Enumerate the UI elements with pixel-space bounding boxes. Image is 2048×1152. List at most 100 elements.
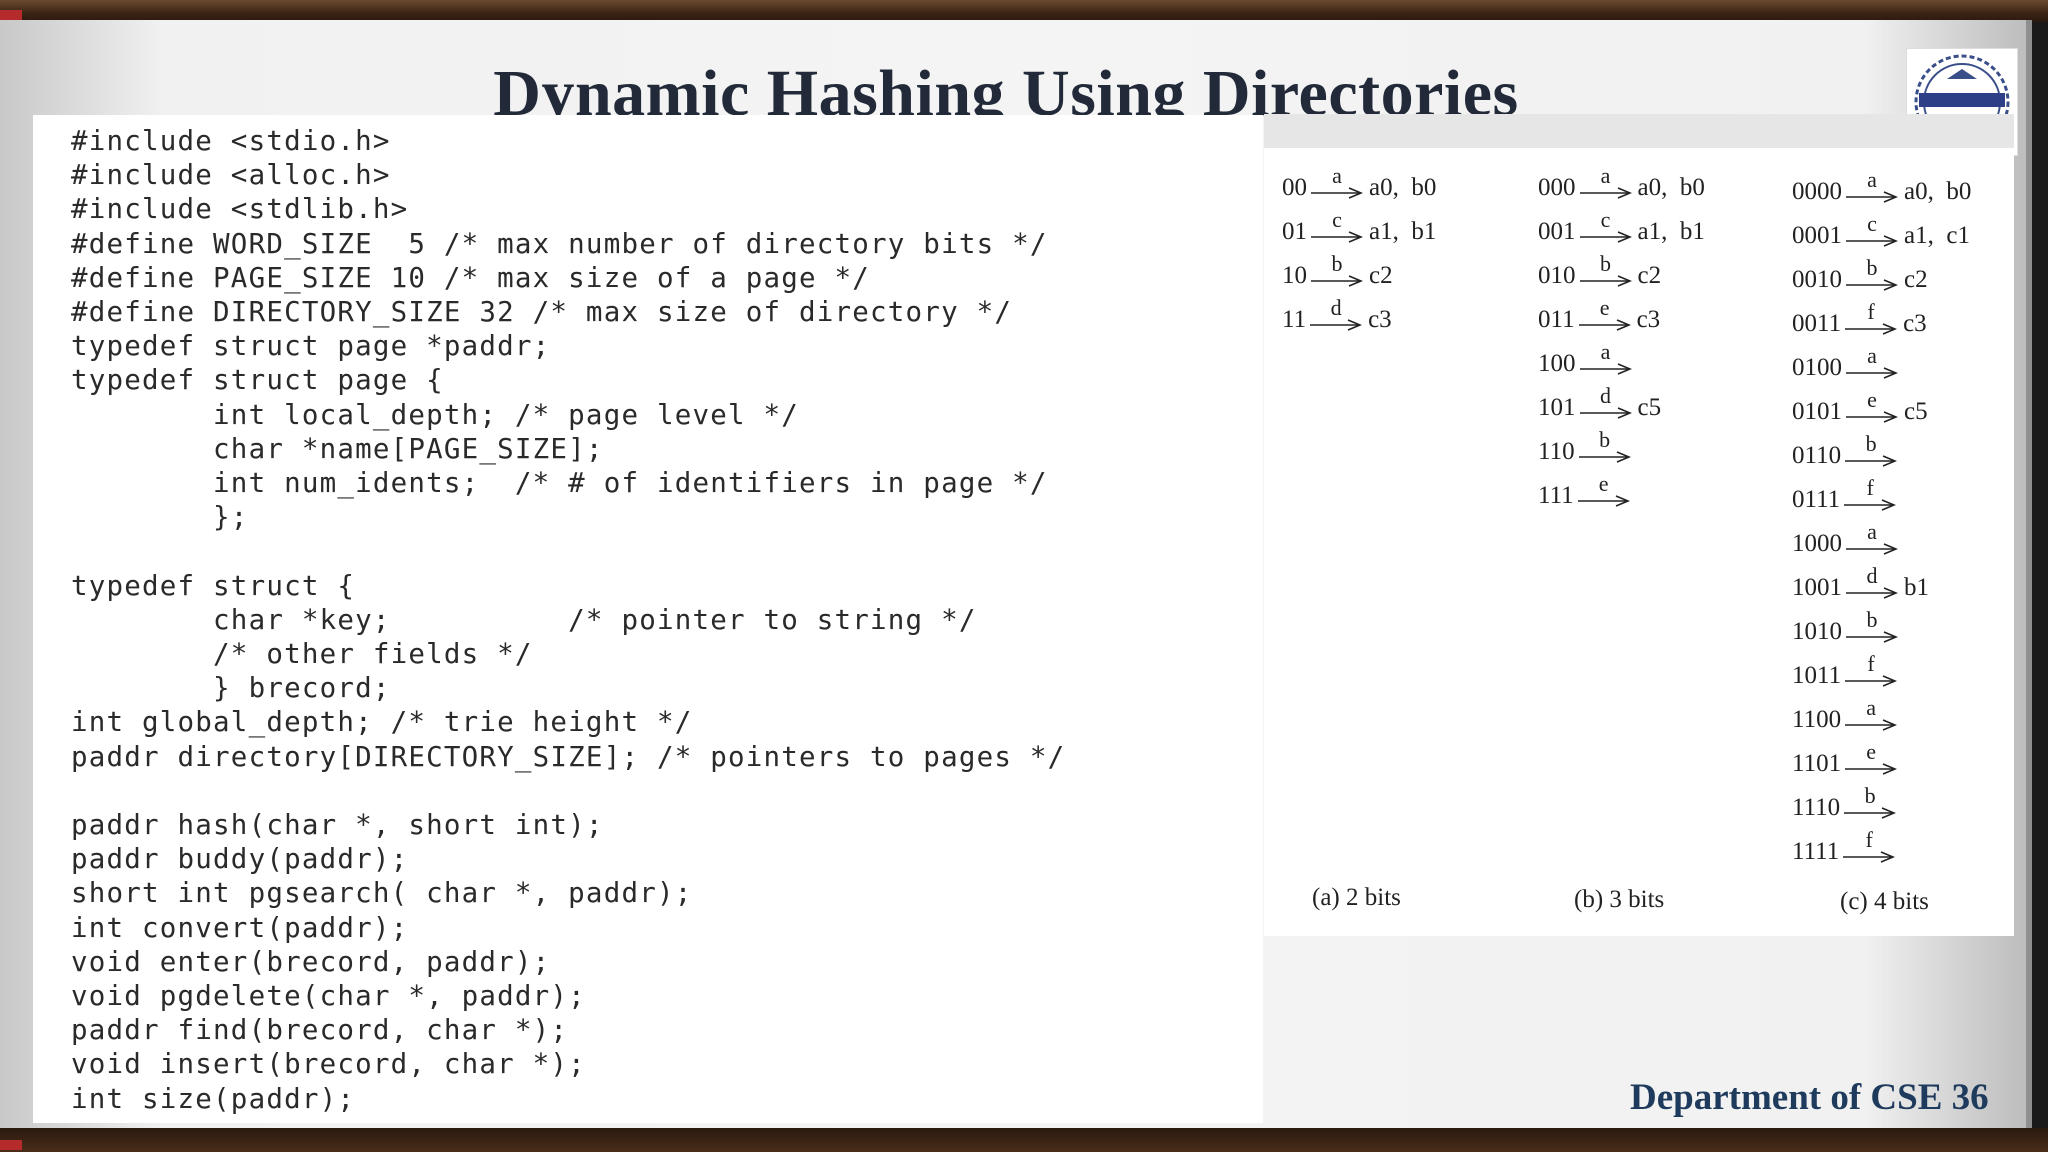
pointer-label: f	[1867, 651, 1875, 677]
pointer-label: a	[1867, 343, 1877, 369]
code-line: #include <stdlib.h>	[71, 193, 409, 226]
pointer-arrow-icon: b	[1578, 427, 1631, 464]
code-line: #define DIRECTORY_SIZE 32 /* max size of…	[71, 296, 1013, 328]
pointer-arrow-icon: f	[1844, 475, 1897, 512]
directory-key: 0110	[1792, 442, 1842, 469]
pointer-label: a	[1867, 167, 1877, 193]
pointer-label: c	[1600, 207, 1611, 233]
code-listing: #include <stdio.h> #include <alloc.h> #inc…	[33, 115, 1263, 1123]
code-line: #define PAGE_SIZE 10 /* max size of a pa…	[71, 261, 871, 294]
code-line: /* other fields */	[71, 638, 533, 670]
pointer-label: b	[1864, 783, 1876, 809]
pointer-arrow-icon: e	[1845, 739, 1898, 776]
code-line: } brecord;	[71, 672, 391, 705]
directory-key: 1110	[1792, 794, 1841, 821]
pointer-label: e	[1866, 739, 1876, 765]
pointer-label: e	[1598, 471, 1609, 497]
code-line: char *key; /* pointer to string */	[71, 603, 977, 636]
directory-key: 1111	[1792, 838, 1840, 865]
code-line: int global_depth; /* trie height */	[71, 706, 693, 739]
directory-key: 001	[1538, 218, 1576, 245]
directory-key: 1101	[1792, 750, 1842, 777]
page-target: a0, b0	[1904, 178, 1972, 205]
directory-entry: 0110 b	[1792, 431, 1903, 478]
pointer-label: a	[1600, 339, 1611, 365]
pointer-label: e	[1867, 387, 1877, 413]
slide-footer: Department of CSE 36	[1630, 1077, 1989, 1118]
code-line: typedef struct page *paddr;	[71, 330, 551, 363]
directory-key: 1010	[1792, 618, 1842, 645]
page-target: c3	[1368, 306, 1392, 333]
directory-key: 0100	[1792, 354, 1842, 381]
pointer-arrow-icon: f	[1845, 651, 1898, 688]
directory-entry: 0011 f c3	[1792, 299, 1927, 346]
directory-key: 10	[1282, 262, 1307, 289]
pointer-arrow-icon: b	[1579, 251, 1632, 288]
code-line: int convert(paddr);	[71, 911, 409, 944]
code-line: short int pgsearch( char *, paddr);	[71, 877, 693, 910]
code-line: #include <stdio.h>	[71, 125, 391, 157]
directory-entry: 1101 e	[1792, 739, 1903, 786]
directory-key: 110	[1538, 438, 1575, 465]
pointer-arrow-icon: b	[1845, 431, 1898, 468]
page-target: c5	[1637, 394, 1662, 421]
frame-tab-marker	[0, 1140, 22, 1150]
directory-key: 11	[1282, 306, 1307, 333]
pointer-arrow-icon: c	[1846, 211, 1898, 248]
figure-caption: (a) 2 bits	[1312, 884, 1401, 911]
figure-top-strip	[1264, 114, 2014, 148]
code-line: int local_depth; /* page level */	[71, 398, 800, 431]
code-line: paddr buddy(paddr);	[71, 843, 409, 876]
pointer-arrow-icon: c	[1311, 207, 1363, 244]
directory-key: 100	[1538, 350, 1576, 377]
pointer-arrow-icon: a	[1846, 343, 1898, 380]
code-line: int size(paddr);	[71, 1082, 356, 1115]
pointer-arrow-icon: a	[1846, 519, 1898, 556]
pointer-arrow-icon: b	[1846, 255, 1898, 292]
pointer-label: a	[1332, 163, 1342, 189]
pointer-arrow-icon: e	[1577, 471, 1630, 508]
page-target: a0, b0	[1637, 174, 1705, 201]
pointer-arrow-icon: a	[1579, 163, 1632, 200]
figure-caption: (b) 3 bits	[1574, 886, 1665, 913]
code-line: paddr directory[DIRECTORY_SIZE]; /* poin…	[71, 740, 1066, 773]
page-target: a1, b1	[1369, 218, 1437, 245]
directory-entry: 10 b c2	[1282, 251, 1393, 298]
directory-key: 1100	[1792, 706, 1842, 733]
directory-entry: 00 a a0, b0	[1282, 163, 1436, 210]
page-target: b1	[1904, 574, 1929, 601]
directory-key: 01	[1282, 218, 1307, 245]
directory-key: 011	[1538, 306, 1575, 333]
figure-caption: (c) 4 bits	[1840, 888, 1929, 915]
directory-entry: 11 d c3	[1282, 295, 1392, 342]
directory-entry: 101 d c5	[1538, 383, 1662, 430]
directory-key: 0011	[1792, 310, 1842, 337]
pointer-arrow-icon: a	[1846, 167, 1898, 204]
directory-entry: 1001 d b1	[1792, 563, 1929, 610]
directory-entry: 001 c a1, b1	[1538, 207, 1705, 254]
pointer-label: b	[1599, 427, 1611, 453]
directory-entry: 111 e	[1538, 471, 1636, 518]
pointer-label: b	[1600, 251, 1611, 277]
page-target: c2	[1369, 262, 1393, 289]
pointer-label: b	[1866, 255, 1878, 281]
directory-key: 010	[1538, 262, 1576, 289]
directory-key: 0001	[1792, 222, 1842, 249]
directory-entry: 0000 a a0, b0	[1792, 167, 1972, 214]
pointer-arrow-icon: d	[1846, 563, 1898, 600]
directory-entry: 1111 f	[1792, 827, 1901, 874]
pointer-label: d	[1600, 383, 1611, 409]
pointer-arrow-icon: f	[1843, 827, 1896, 864]
directory-key: 0111	[1792, 486, 1841, 513]
page-target: a1, b1	[1637, 218, 1705, 245]
directory-key: 1001	[1792, 574, 1842, 601]
pointer-label: b	[1865, 431, 1877, 457]
page-target: a1, c1	[1904, 222, 1970, 249]
pointer-arrow-icon: d	[1579, 383, 1632, 420]
directory-key: 1000	[1792, 530, 1842, 557]
directory-entry: 110 b	[1538, 427, 1637, 474]
pointer-arrow-icon: a	[1845, 695, 1898, 732]
pointer-arrow-icon: e	[1578, 295, 1631, 332]
frame-tab-marker	[0, 10, 22, 20]
pointer-arrow-icon: e	[1846, 387, 1898, 424]
